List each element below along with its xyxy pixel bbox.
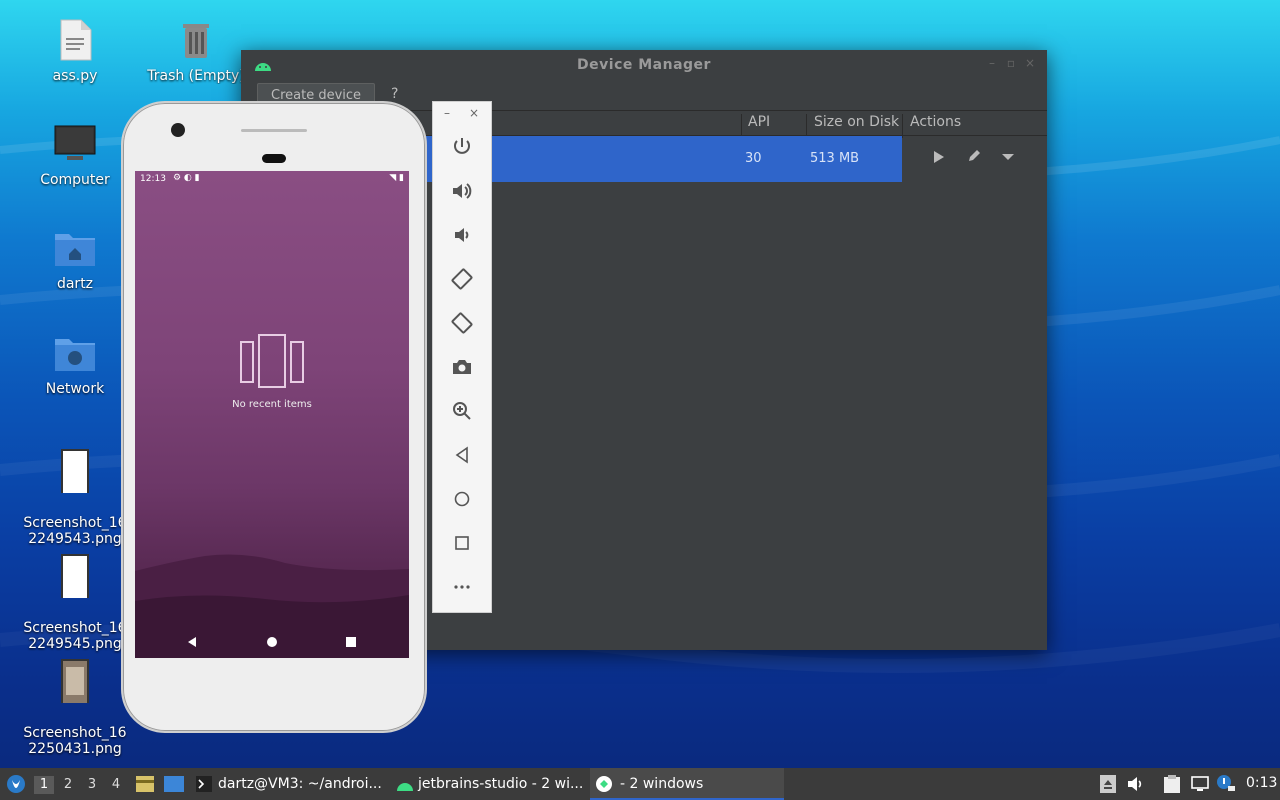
text-file-icon	[60, 19, 92, 61]
desktop-icon-network[interactable]: Network	[20, 331, 130, 397]
taskbar: 1 2 3 4 dartz@VM3: ~/androi... jetbrains…	[0, 768, 1280, 800]
overview-icon[interactable]	[450, 531, 474, 555]
desktop-icon-trash[interactable]: Trash (Empty)	[146, 18, 246, 84]
network-status-icon[interactable]	[1191, 776, 1209, 792]
clipboard-icon[interactable]	[1164, 775, 1180, 793]
desktop-icon-label: Trash (Empty)	[147, 68, 245, 84]
window-title: Device Manager	[577, 57, 711, 73]
notification-icons: ⚙ ◐ ▮	[173, 173, 200, 183]
minimize-icon[interactable]: –	[989, 56, 995, 70]
close-icon[interactable]: ×	[469, 106, 479, 120]
maximize-icon[interactable]: ▫	[1007, 56, 1015, 70]
terminal-icon	[196, 776, 212, 792]
task-emulator[interactable]: - 2 windows	[590, 768, 784, 800]
edit-pencil-icon[interactable]	[967, 149, 981, 163]
desktop-icon-dartz[interactable]: dartz	[20, 226, 130, 292]
task-terminal[interactable]: dartz@VM3: ~/androi...	[190, 768, 388, 800]
status-time: 12:13	[140, 174, 166, 184]
android-nav-bar	[135, 626, 409, 658]
computer-icon	[54, 125, 96, 160]
wifi-battery-icons: ◥ ▮	[389, 173, 404, 183]
row-size: 513 MB	[810, 151, 860, 166]
desktop-icon-label: Screenshot_16 2250431.png	[23, 725, 127, 757]
status-bar: 12:13 ⚙ ◐ ▮ ◥ ▮	[135, 171, 409, 187]
workspace-1[interactable]: 1	[34, 776, 54, 794]
close-icon[interactable]: ×	[1025, 56, 1035, 70]
desktop-icon-label: dartz	[56, 276, 94, 292]
volume-down-icon[interactable]	[450, 223, 474, 247]
desktop-icon-screenshot-3[interactable]: Screenshot_16 2250431.png	[20, 643, 130, 757]
help-button[interactable]: ?	[391, 86, 398, 102]
rotate-left-icon[interactable]	[450, 267, 474, 291]
home-icon[interactable]	[450, 487, 474, 511]
emulator-icon	[596, 776, 612, 792]
image-file-icon	[61, 659, 89, 703]
chevron-down-icon[interactable]	[1001, 153, 1015, 161]
no-recent-items-text: No recent items	[232, 399, 312, 410]
desktop-icon-computer[interactable]: Computer	[20, 122, 130, 188]
nav-home-icon[interactable]	[267, 637, 277, 647]
row-api: 30	[745, 151, 762, 166]
desktop-icon-label: Network	[45, 381, 105, 397]
nav-recents-icon[interactable]	[346, 637, 356, 647]
task-label: jetbrains-studio - 2 wi...	[418, 776, 584, 792]
camera-icon[interactable]	[450, 355, 474, 379]
recents-empty-icon	[240, 334, 304, 388]
network-folder-icon	[55, 339, 95, 371]
earpiece	[262, 154, 286, 163]
file-manager-icon[interactable]	[135, 775, 155, 793]
launch-play-icon[interactable]	[933, 150, 945, 164]
trash-icon	[183, 24, 209, 58]
rotate-right-icon[interactable]	[450, 311, 474, 335]
column-actions[interactable]: Actions	[910, 114, 961, 130]
more-icon[interactable]	[450, 575, 474, 599]
desktop-icon-screenshot-2[interactable]: Screenshot_16 2249545.png	[20, 538, 130, 652]
task-label: - 2 windows	[620, 776, 704, 792]
workspace-4[interactable]: 4	[106, 776, 126, 794]
front-camera	[171, 123, 185, 137]
start-menu-icon[interactable]	[6, 774, 26, 794]
desktop-icon-label: Computer	[40, 172, 110, 188]
desktop-icon-ass-py[interactable]: ass.py	[20, 18, 130, 84]
clock[interactable]: 0:13	[1246, 775, 1277, 791]
android-studio-icon	[397, 783, 413, 791]
window-titlebar[interactable]: Device Manager – ▫ ×	[241, 50, 1047, 80]
image-file-icon	[61, 554, 89, 598]
speaker-grille	[241, 129, 307, 132]
zoom-icon[interactable]	[450, 399, 474, 423]
workspace-3[interactable]: 3	[82, 776, 102, 794]
desktop-icon-screenshot-1[interactable]: Screenshot_16 2249543.png	[20, 433, 130, 547]
task-label: dartz@VM3: ~/androi...	[218, 776, 382, 792]
home-folder-icon	[55, 234, 95, 266]
notification-icon[interactable]	[1216, 774, 1236, 792]
image-file-icon	[61, 449, 89, 493]
desktop-icon-label: ass.py	[52, 68, 98, 84]
show-desktop-icon[interactable]	[163, 775, 185, 793]
volume-icon[interactable]	[1127, 776, 1145, 792]
volume-up-icon[interactable]	[450, 179, 474, 203]
emulator-screen[interactable]: 12:13 ⚙ ◐ ▮ ◥ ▮ No recent items	[135, 171, 409, 658]
emulator-side-toolbar: – ×	[432, 101, 492, 613]
back-icon[interactable]	[450, 443, 474, 467]
column-api[interactable]: API	[748, 114, 770, 130]
eject-icon[interactable]	[1100, 775, 1116, 793]
workspace-2[interactable]: 2	[58, 776, 78, 794]
column-size[interactable]: Size on Disk	[814, 114, 899, 130]
minimize-icon[interactable]: –	[444, 106, 450, 120]
task-jetbrains-studio[interactable]: jetbrains-studio - 2 wi...	[390, 768, 588, 800]
power-icon[interactable]	[450, 135, 474, 159]
nav-back-icon[interactable]	[187, 636, 197, 648]
